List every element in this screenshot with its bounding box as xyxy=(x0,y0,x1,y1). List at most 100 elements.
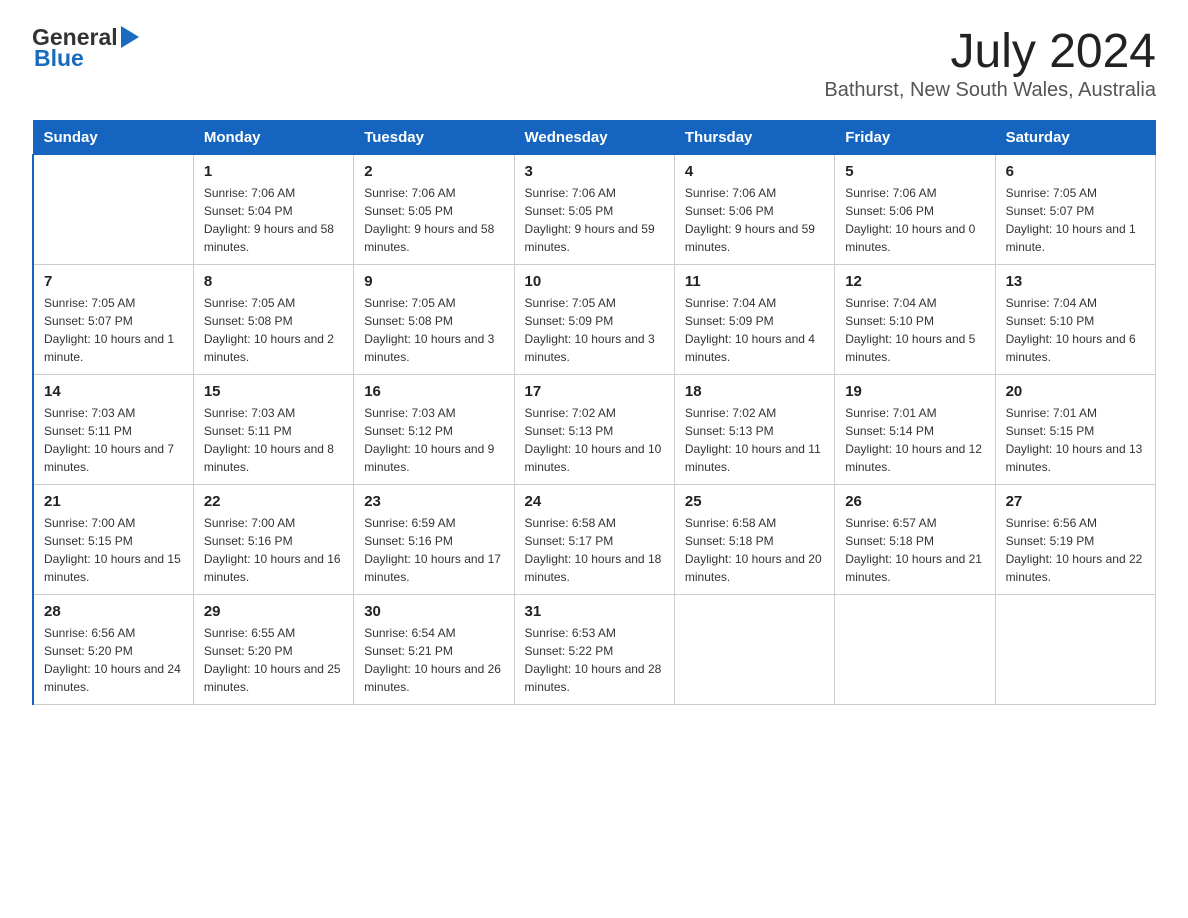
cell-day-number: 3 xyxy=(525,163,664,180)
cell-sun-info: Sunrise: 6:59 AMSunset: 5:16 PMDaylight:… xyxy=(364,514,503,586)
cell-sun-info: Sunrise: 7:06 AMSunset: 5:05 PMDaylight:… xyxy=(364,184,503,256)
cell-sun-info: Sunrise: 7:04 AMSunset: 5:10 PMDaylight:… xyxy=(845,294,984,366)
calendar-cell: 23 Sunrise: 6:59 AMSunset: 5:16 PMDayligh… xyxy=(354,485,514,595)
cell-day-number: 21 xyxy=(44,493,183,510)
col-header-saturday: Saturday xyxy=(995,121,1155,155)
calendar-week-row: 28 Sunrise: 6:56 AMSunset: 5:20 PMDayligh… xyxy=(33,595,1156,705)
calendar-cell: 1 Sunrise: 7:06 AMSunset: 5:04 PMDaylight… xyxy=(193,155,353,265)
calendar-cell: 31 Sunrise: 6:53 AMSunset: 5:22 PMDayligh… xyxy=(514,595,674,705)
title-block: July 2024 Bathurst, New South Wales, Aus… xyxy=(824,24,1156,102)
calendar-cell: 10 Sunrise: 7:05 AMSunset: 5:09 PMDayligh… xyxy=(514,265,674,375)
calendar-cell: 25 Sunrise: 6:58 AMSunset: 5:18 PMDayligh… xyxy=(674,485,834,595)
cell-day-number: 28 xyxy=(44,603,183,620)
calendar-cell: 4 Sunrise: 7:06 AMSunset: 5:06 PMDaylight… xyxy=(674,155,834,265)
cell-day-number: 26 xyxy=(845,493,984,510)
cell-day-number: 31 xyxy=(525,603,664,620)
calendar-cell xyxy=(674,595,834,705)
cell-sun-info: Sunrise: 7:06 AMSunset: 5:06 PMDaylight:… xyxy=(845,184,984,256)
cell-day-number: 14 xyxy=(44,383,183,400)
cell-sun-info: Sunrise: 7:02 AMSunset: 5:13 PMDaylight:… xyxy=(685,404,824,476)
cell-day-number: 24 xyxy=(525,493,664,510)
cell-day-number: 11 xyxy=(685,273,824,290)
col-header-sunday: Sunday xyxy=(33,121,193,155)
cell-sun-info: Sunrise: 7:04 AMSunset: 5:10 PMDaylight:… xyxy=(1006,294,1145,366)
calendar-week-row: 14 Sunrise: 7:03 AMSunset: 5:11 PMDayligh… xyxy=(33,375,1156,485)
calendar-cell: 21Sunrise: 7:00 AMSunset: 5:15 PMDayligh… xyxy=(33,485,193,595)
cell-day-number: 22 xyxy=(204,493,343,510)
cell-day-number: 27 xyxy=(1006,493,1145,510)
calendar-cell: 29Sunrise: 6:55 AMSunset: 5:20 PMDayligh… xyxy=(193,595,353,705)
calendar-cell: 12 Sunrise: 7:04 AMSunset: 5:10 PMDayligh… xyxy=(835,265,995,375)
cell-sun-info: Sunrise: 6:56 AMSunset: 5:20 PMDaylight:… xyxy=(44,624,183,696)
cell-sun-info: Sunrise: 6:55 AMSunset: 5:20 PMDaylight:… xyxy=(204,624,343,696)
cell-sun-info: Sunrise: 7:05 AMSunset: 5:07 PMDaylight:… xyxy=(1006,184,1145,256)
cell-sun-info: Sunrise: 7:04 AMSunset: 5:09 PMDaylight:… xyxy=(685,294,824,366)
cell-day-number: 18 xyxy=(685,383,824,400)
cell-day-number: 6 xyxy=(1006,163,1145,180)
calendar-cell: 5Sunrise: 7:06 AMSunset: 5:06 PMDaylight… xyxy=(835,155,995,265)
calendar-cell: 19 Sunrise: 7:01 AMSunset: 5:14 PMDayligh… xyxy=(835,375,995,485)
cell-sun-info: Sunrise: 7:06 AMSunset: 5:06 PMDaylight:… xyxy=(685,184,824,256)
page-title: July 2024 xyxy=(824,24,1156,79)
cell-day-number: 19 xyxy=(845,383,984,400)
cell-sun-info: Sunrise: 7:06 AMSunset: 5:04 PMDaylight:… xyxy=(204,184,343,256)
calendar-cell: 7 Sunrise: 7:05 AMSunset: 5:07 PMDaylight… xyxy=(33,265,193,375)
cell-day-number: 9 xyxy=(364,273,503,290)
cell-day-number: 23 xyxy=(364,493,503,510)
cell-day-number: 2 xyxy=(364,163,503,180)
cell-sun-info: Sunrise: 7:05 AMSunset: 5:09 PMDaylight:… xyxy=(525,294,664,366)
cell-sun-info: Sunrise: 6:58 AMSunset: 5:17 PMDaylight:… xyxy=(525,514,664,586)
calendar-week-row: 21Sunrise: 7:00 AMSunset: 5:15 PMDayligh… xyxy=(33,485,1156,595)
calendar-cell: 26 Sunrise: 6:57 AMSunset: 5:18 PMDayligh… xyxy=(835,485,995,595)
cell-sun-info: Sunrise: 7:03 AMSunset: 5:11 PMDaylight:… xyxy=(44,404,183,476)
cell-sun-info: Sunrise: 7:03 AMSunset: 5:12 PMDaylight:… xyxy=(364,404,503,476)
cell-sun-info: Sunrise: 7:01 AMSunset: 5:14 PMDaylight:… xyxy=(845,404,984,476)
calendar-cell: 2 Sunrise: 7:06 AMSunset: 5:05 PMDaylight… xyxy=(354,155,514,265)
calendar-cell: 27 Sunrise: 6:56 AMSunset: 5:19 PMDayligh… xyxy=(995,485,1155,595)
page-subtitle: Bathurst, New South Wales, Australia xyxy=(824,79,1156,102)
calendar-cell: 20Sunrise: 7:01 AMSunset: 5:15 PMDayligh… xyxy=(995,375,1155,485)
cell-day-number: 10 xyxy=(525,273,664,290)
calendar-cell: 15Sunrise: 7:03 AMSunset: 5:11 PMDayligh… xyxy=(193,375,353,485)
col-header-thursday: Thursday xyxy=(674,121,834,155)
cell-day-number: 12 xyxy=(845,273,984,290)
cell-day-number: 17 xyxy=(525,383,664,400)
col-header-tuesday: Tuesday xyxy=(354,121,514,155)
cell-sun-info: Sunrise: 7:02 AMSunset: 5:13 PMDaylight:… xyxy=(525,404,664,476)
cell-day-number: 25 xyxy=(685,493,824,510)
logo-triangle-icon xyxy=(121,26,139,48)
cell-sun-info: Sunrise: 7:05 AMSunset: 5:08 PMDaylight:… xyxy=(204,294,343,366)
calendar-table: SundayMondayTuesdayWednesdayThursdayFrid… xyxy=(32,120,1156,705)
logo-blue-text: Blue xyxy=(32,45,84,72)
cell-sun-info: Sunrise: 6:56 AMSunset: 5:19 PMDaylight:… xyxy=(1006,514,1145,586)
calendar-cell xyxy=(995,595,1155,705)
cell-day-number: 1 xyxy=(204,163,343,180)
col-header-wednesday: Wednesday xyxy=(514,121,674,155)
calendar-cell: 8 Sunrise: 7:05 AMSunset: 5:08 PMDaylight… xyxy=(193,265,353,375)
cell-sun-info: Sunrise: 6:57 AMSunset: 5:18 PMDaylight:… xyxy=(845,514,984,586)
cell-sun-info: Sunrise: 6:58 AMSunset: 5:18 PMDaylight:… xyxy=(685,514,824,586)
logo: General Blue xyxy=(32,24,139,72)
calendar-cell xyxy=(835,595,995,705)
cell-sun-info: Sunrise: 7:06 AMSunset: 5:05 PMDaylight:… xyxy=(525,184,664,256)
calendar-cell: 28 Sunrise: 6:56 AMSunset: 5:20 PMDayligh… xyxy=(33,595,193,705)
cell-day-number: 30 xyxy=(364,603,503,620)
calendar-cell: 24 Sunrise: 6:58 AMSunset: 5:17 PMDayligh… xyxy=(514,485,674,595)
calendar-cell: 9Sunrise: 7:05 AMSunset: 5:08 PMDaylight… xyxy=(354,265,514,375)
cell-sun-info: Sunrise: 7:05 AMSunset: 5:07 PMDaylight:… xyxy=(44,294,183,366)
calendar-cell: 30Sunrise: 6:54 AMSunset: 5:21 PMDayligh… xyxy=(354,595,514,705)
cell-sun-info: Sunrise: 7:01 AMSunset: 5:15 PMDaylight:… xyxy=(1006,404,1145,476)
col-header-friday: Friday xyxy=(835,121,995,155)
cell-day-number: 8 xyxy=(204,273,343,290)
calendar-cell xyxy=(33,155,193,265)
calendar-header-row: SundayMondayTuesdayWednesdayThursdayFrid… xyxy=(33,121,1156,155)
page-header: General Blue July 2024 Bathurst, New Sou… xyxy=(32,24,1156,102)
cell-day-number: 4 xyxy=(685,163,824,180)
calendar-cell: 6 Sunrise: 7:05 AMSunset: 5:07 PMDaylight… xyxy=(995,155,1155,265)
calendar-week-row: 7 Sunrise: 7:05 AMSunset: 5:07 PMDaylight… xyxy=(33,265,1156,375)
cell-day-number: 13 xyxy=(1006,273,1145,290)
cell-sun-info: Sunrise: 7:03 AMSunset: 5:11 PMDaylight:… xyxy=(204,404,343,476)
cell-day-number: 7 xyxy=(44,273,183,290)
col-header-monday: Monday xyxy=(193,121,353,155)
cell-sun-info: Sunrise: 6:53 AMSunset: 5:22 PMDaylight:… xyxy=(525,624,664,696)
